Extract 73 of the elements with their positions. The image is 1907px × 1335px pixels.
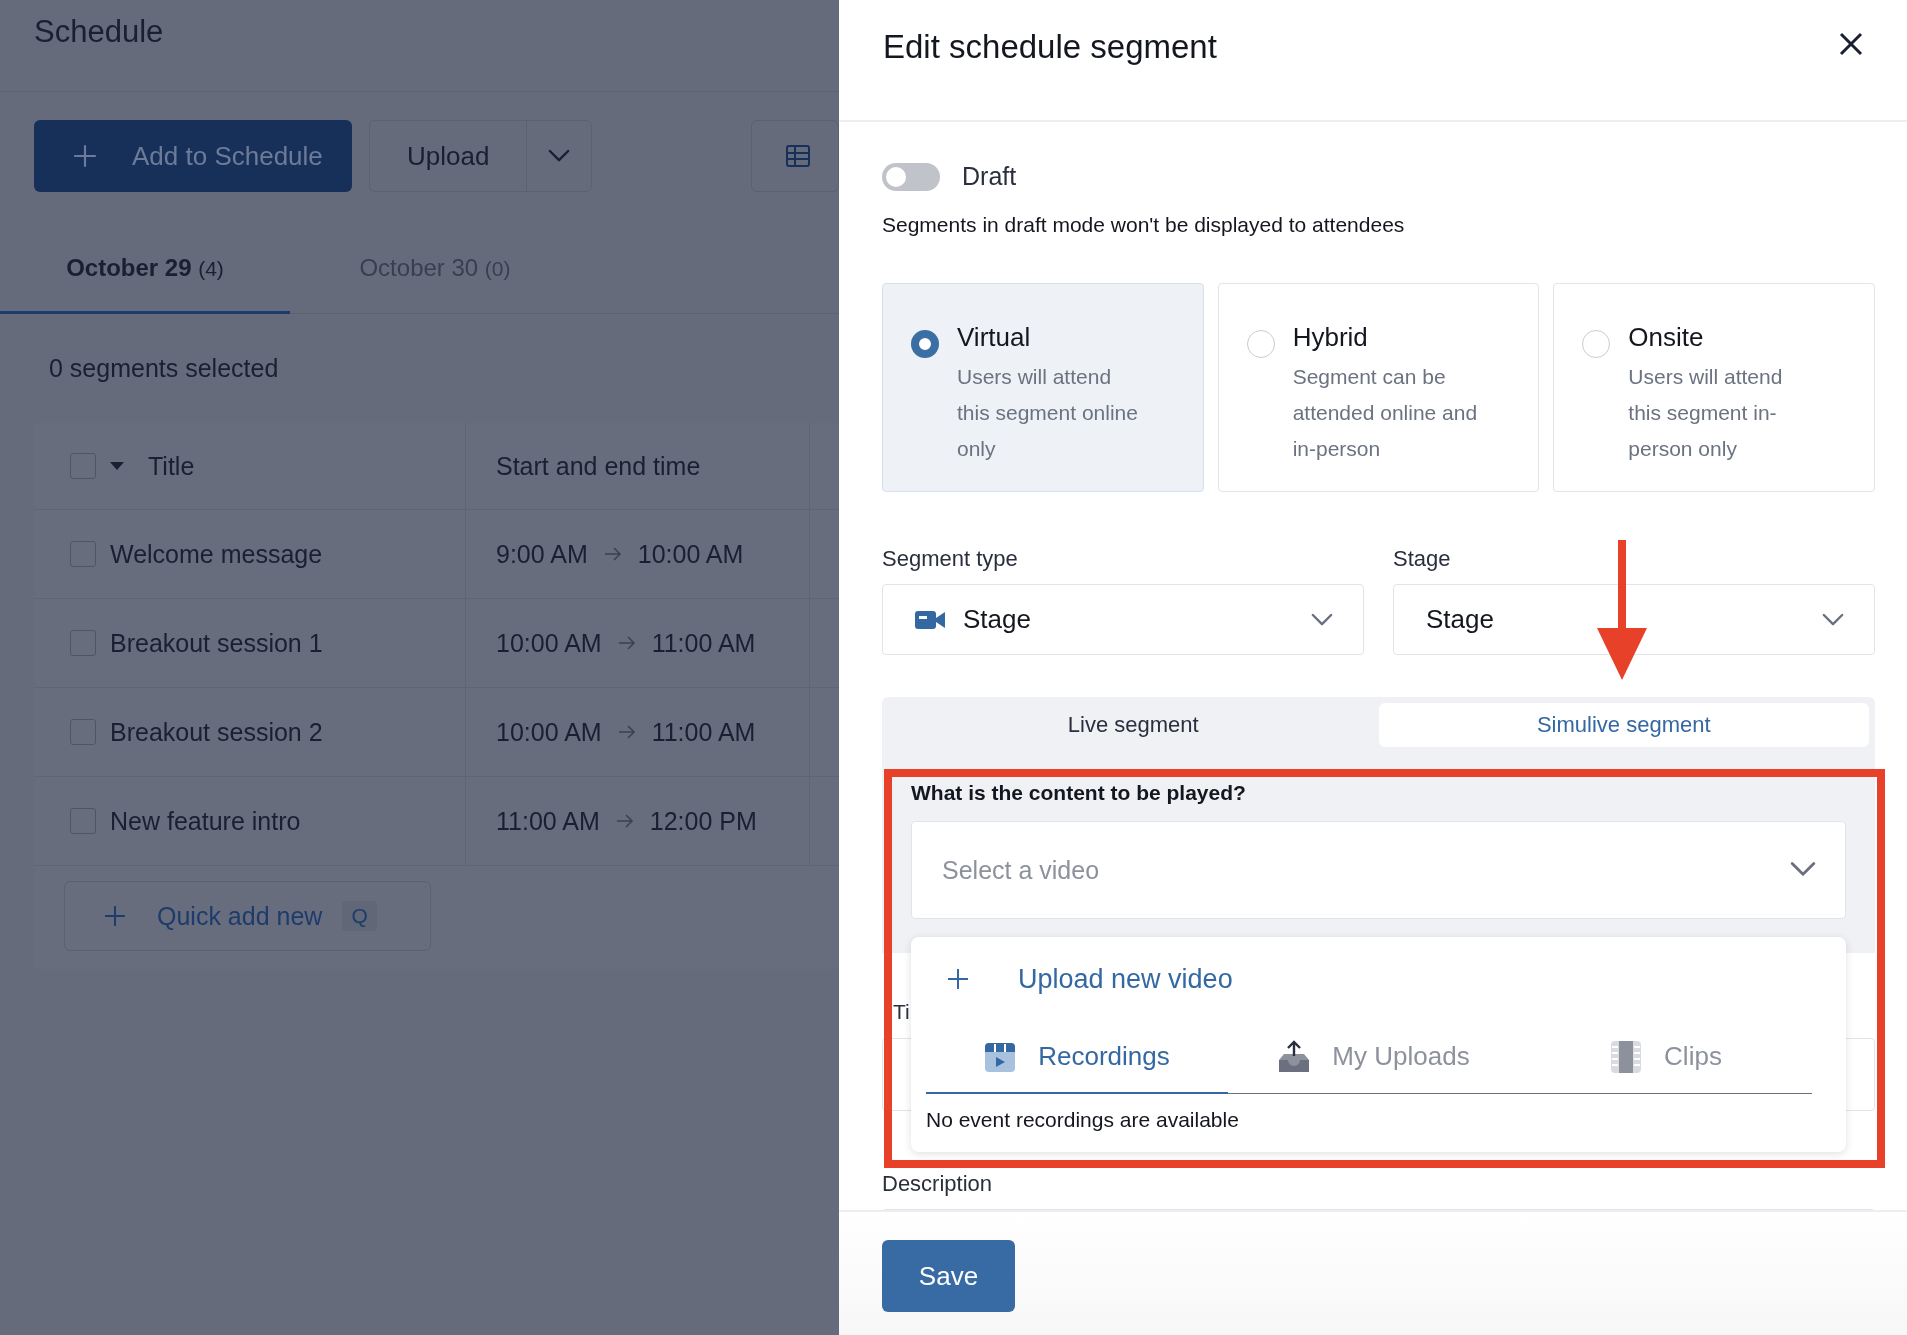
option-description: Users will attend this segment in-person only bbox=[1628, 364, 1784, 462]
arrow-right-icon bbox=[617, 725, 636, 739]
segment-title: Welcome message bbox=[110, 539, 323, 569]
plus-icon bbox=[103, 904, 127, 928]
row-checkbox[interactable] bbox=[70, 719, 96, 745]
field-label: Description bbox=[882, 1171, 994, 1197]
add-to-schedule-button[interactable]: Add to Schedule bbox=[34, 120, 353, 192]
upload-new-video-link[interactable]: Upload new video bbox=[926, 937, 1239, 1021]
segment-title: Breakout session 1 bbox=[110, 628, 323, 658]
start-time: 9:00 AM bbox=[496, 539, 588, 569]
selection-status: 0 segments selected bbox=[49, 354, 280, 384]
caret-icon bbox=[110, 462, 124, 470]
option-label: Hybrid bbox=[1292, 322, 1369, 353]
save-button[interactable]: Save bbox=[882, 1240, 1015, 1312]
row-checkbox[interactable] bbox=[70, 808, 96, 834]
start-time: 11:00 AM bbox=[496, 806, 600, 836]
video-source-tab[interactable]: Recordings bbox=[926, 1021, 1228, 1094]
field-label: Stage bbox=[1393, 546, 1452, 572]
start-time: 10:00 AM bbox=[496, 628, 602, 658]
date-tab[interactable]: October 29 (4) bbox=[0, 225, 290, 314]
column-header: Title bbox=[148, 451, 195, 481]
film-strip-icon bbox=[1610, 1039, 1643, 1074]
end-time: 11:00 AM bbox=[651, 628, 756, 658]
select-all-checkbox[interactable] bbox=[70, 453, 96, 479]
arrow-right-icon bbox=[603, 547, 622, 561]
row-checkbox[interactable] bbox=[70, 541, 96, 567]
draft-note: Segments in draft mode won't be displayed to attendees bbox=[882, 213, 1406, 237]
attendance-option-card[interactable]: Virtual Users will attend this segment online only bbox=[882, 283, 1204, 492]
draft-toggle[interactable] bbox=[882, 162, 940, 191]
option-description: Users will attend this segment online only bbox=[957, 364, 1139, 462]
upload-tray-icon bbox=[1278, 1039, 1311, 1074]
stage-select[interactable]: Stage bbox=[1393, 584, 1875, 655]
attendance-option-card[interactable]: Onsite Users will attend this segment in-person only bbox=[1553, 283, 1875, 492]
chevron-down-icon bbox=[548, 149, 570, 163]
segment-title: Breakout session 2 bbox=[110, 717, 323, 747]
option-label: Virtual bbox=[957, 322, 1032, 353]
option-description: Segment can be attended online and in-person bbox=[1292, 364, 1479, 462]
row-checkbox[interactable] bbox=[70, 630, 96, 656]
plus-icon bbox=[946, 967, 970, 991]
empty-message: No event recordings are available bbox=[926, 1108, 1240, 1132]
arrow-right-icon bbox=[617, 636, 636, 650]
field-label: Ti bbox=[893, 1000, 911, 1024]
column-header: Start and end time bbox=[496, 451, 701, 481]
chevron-down-icon bbox=[1790, 861, 1816, 877]
video-camera-icon bbox=[915, 609, 945, 630]
content-question: What is the content to be played? bbox=[911, 781, 1247, 805]
video-source-tab[interactable]: My Uploads bbox=[1228, 1021, 1520, 1094]
end-time: 11:00 AM bbox=[651, 717, 756, 747]
table-view-button[interactable] bbox=[750, 120, 839, 192]
segment-title: New feature intro bbox=[110, 806, 301, 836]
option-label: Onsite bbox=[1628, 322, 1705, 353]
arrow-right-icon bbox=[615, 814, 634, 828]
video-select[interactable]: Select a video bbox=[911, 821, 1846, 919]
end-time: 12:00 PM bbox=[649, 806, 757, 836]
chevron-down-icon bbox=[1311, 612, 1333, 627]
close-icon bbox=[1839, 32, 1863, 56]
plus-icon bbox=[72, 143, 98, 169]
segment-mode-tab[interactable]: Live segment bbox=[888, 703, 1379, 747]
segment-mode-tab[interactable]: Simulive segment bbox=[1378, 703, 1869, 747]
field-label: Segment type bbox=[882, 546, 1019, 572]
draft-label: Draft bbox=[962, 162, 1017, 191]
calendar-play-icon bbox=[984, 1040, 1017, 1073]
segment-type-select[interactable]: Stage bbox=[882, 584, 1364, 655]
video-source-tab[interactable]: Clips bbox=[1520, 1021, 1812, 1094]
shortcut-key: Q bbox=[342, 901, 377, 931]
end-time: 10:00 AM bbox=[637, 539, 744, 569]
grid-icon bbox=[785, 145, 810, 167]
radio-button[interactable] bbox=[911, 330, 939, 358]
page-title: Schedule bbox=[34, 14, 165, 50]
panel-title: Edit schedule segment bbox=[883, 28, 1217, 66]
chevron-down-icon bbox=[1822, 612, 1844, 627]
attendance-option-card[interactable]: Hybrid Segment can be attended online and in-person bbox=[1217, 283, 1540, 492]
start-time: 10:00 AM bbox=[496, 717, 602, 747]
